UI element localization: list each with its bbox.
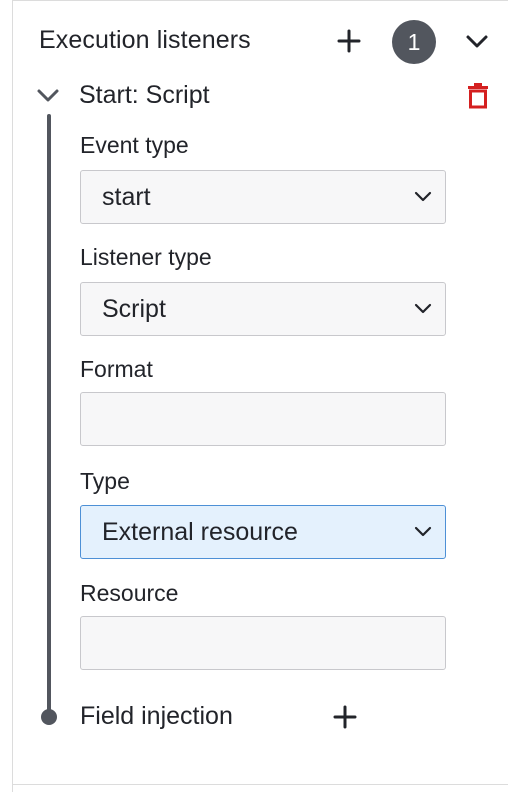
type-label: Type — [80, 468, 130, 494]
format-input[interactable] — [81, 393, 445, 445]
trash-icon — [468, 83, 488, 109]
chevron-down-icon — [414, 303, 432, 314]
listener-entry-title[interactable]: Start: Script — [79, 81, 210, 110]
resource-label: Resource — [80, 580, 179, 606]
field-injection-label: Field injection — [80, 702, 233, 730]
tree-connector-line — [47, 114, 51, 716]
add-field-injection-button[interactable] — [332, 704, 358, 730]
panel-top-border — [12, 0, 508, 4]
type-value: External resource — [102, 518, 298, 546]
group-title: Execution listeners — [39, 26, 251, 54]
execution-listeners-header[interactable]: Execution listeners 1 — [12, 16, 508, 70]
add-listener-button[interactable] — [336, 28, 362, 54]
event-type-value: start — [102, 183, 151, 211]
listener-count-badge: 1 — [392, 20, 436, 64]
collapse-group-button[interactable] — [464, 30, 490, 52]
resource-field[interactable] — [80, 616, 446, 670]
event-type-label: Event type — [80, 132, 189, 158]
tree-connector-dot — [41, 709, 57, 725]
plus-icon — [337, 29, 361, 53]
panel-left-border — [12, 0, 13, 792]
listener-type-select[interactable]: Script — [80, 282, 446, 336]
type-select[interactable]: External resource — [80, 505, 446, 559]
event-type-select[interactable]: start — [80, 170, 446, 224]
chevron-down-icon — [414, 191, 432, 202]
format-field[interactable] — [80, 392, 446, 446]
chevron-down-icon — [37, 89, 59, 102]
chevron-down-icon — [414, 526, 432, 537]
panel-bottom-border — [12, 784, 508, 785]
listener-type-value: Script — [102, 295, 166, 323]
delete-listener-button[interactable] — [466, 82, 490, 110]
entry-collapse-toggle[interactable] — [36, 86, 60, 104]
resource-input[interactable] — [81, 617, 445, 669]
format-label: Format — [80, 356, 153, 382]
listener-type-label: Listener type — [80, 244, 212, 270]
listener-entry-header[interactable]: Start: Script — [36, 78, 496, 114]
plus-icon — [333, 705, 357, 729]
chevron-down-icon — [466, 35, 488, 48]
